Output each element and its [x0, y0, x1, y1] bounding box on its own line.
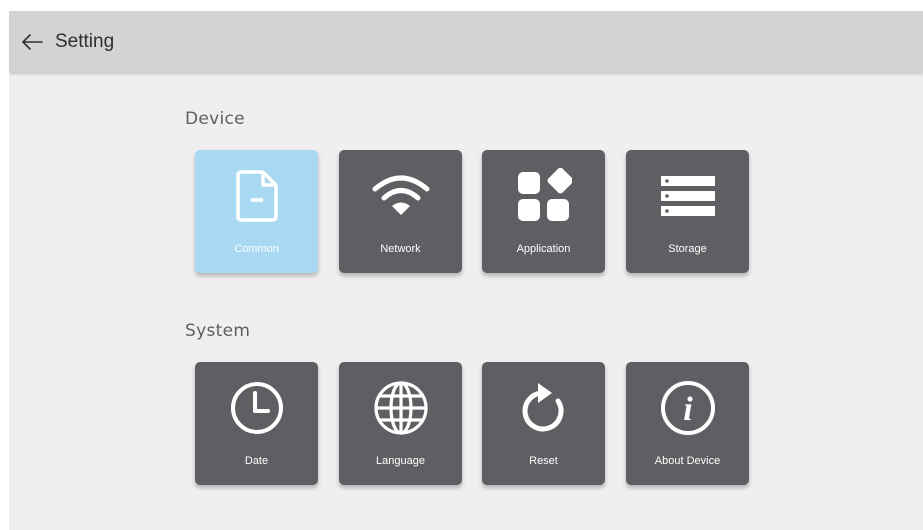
tile-about-device[interactable]: i About Device [626, 362, 749, 485]
tile-label: Application [516, 243, 571, 255]
page-title: Setting [55, 30, 115, 52]
svg-text:i: i [683, 391, 693, 428]
document-icon [235, 170, 278, 222]
storage-icon [660, 176, 715, 216]
settings-screen: Setting Device Common Network Applicatio… [9, 11, 923, 530]
tile-application[interactable]: Application [482, 150, 605, 273]
tile-label: Language [376, 455, 425, 467]
tile-network[interactable]: Network [339, 150, 462, 273]
tile-common[interactable]: Common [195, 150, 318, 273]
tile-label: Storage [668, 243, 707, 255]
tile-storage[interactable]: Storage [626, 150, 749, 273]
arrow-left-icon [22, 33, 43, 50]
back-button[interactable] [17, 27, 47, 57]
clock-icon [230, 382, 283, 434]
tile-label: About Device [654, 455, 721, 467]
section-label-system: System [185, 321, 251, 341]
tile-label: Common [234, 243, 279, 255]
section-label-device: Device [185, 109, 245, 129]
wifi-icon [372, 175, 429, 215]
tile-reset[interactable]: Reset [482, 362, 605, 485]
tile-label: Reset [529, 455, 558, 467]
apps-grid-icon [517, 168, 572, 221]
tile-label: Date [244, 455, 269, 467]
tile-label: Network [380, 243, 421, 255]
tile-language[interactable]: Language [339, 362, 462, 485]
refresh-icon [522, 383, 564, 432]
info-icon: i [660, 381, 715, 435]
top-bar: Setting [9, 11, 923, 72]
tile-date[interactable]: Date [195, 362, 318, 485]
globe-icon [373, 381, 428, 435]
